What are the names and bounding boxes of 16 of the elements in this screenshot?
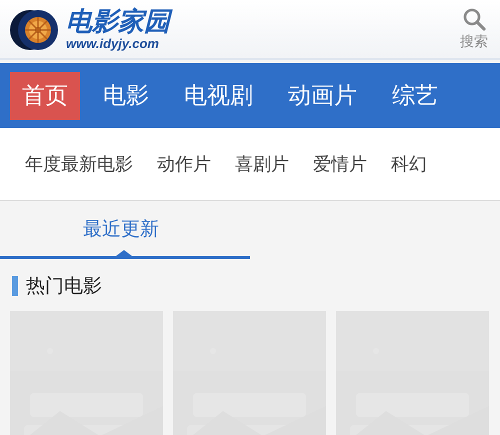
- category-link[interactable]: 年度最新电影: [13, 152, 145, 176]
- nav-tab[interactable]: 电影: [91, 72, 161, 120]
- category-link[interactable]: 爱情片: [301, 152, 379, 176]
- category-link[interactable]: 动作片: [145, 152, 223, 176]
- search-icon: [462, 7, 486, 31]
- nav-tab[interactable]: 电视剧: [172, 72, 265, 120]
- search-button[interactable]: 搜索: [460, 7, 488, 51]
- tab[interactable]: 最近更新: [83, 216, 159, 242]
- nav-tab[interactable]: 动画片: [276, 72, 369, 120]
- section-marker: [12, 276, 18, 296]
- category-link[interactable]: 科幻: [379, 152, 439, 176]
- section-title: 热门电影: [26, 274, 102, 299]
- category-link[interactable]: 喜剧片: [223, 152, 301, 176]
- nav-tab[interactable]: 首页: [10, 72, 80, 120]
- nav-tab[interactable]: 综艺: [380, 72, 450, 120]
- logo-url: www.idyjy.com: [66, 36, 160, 50]
